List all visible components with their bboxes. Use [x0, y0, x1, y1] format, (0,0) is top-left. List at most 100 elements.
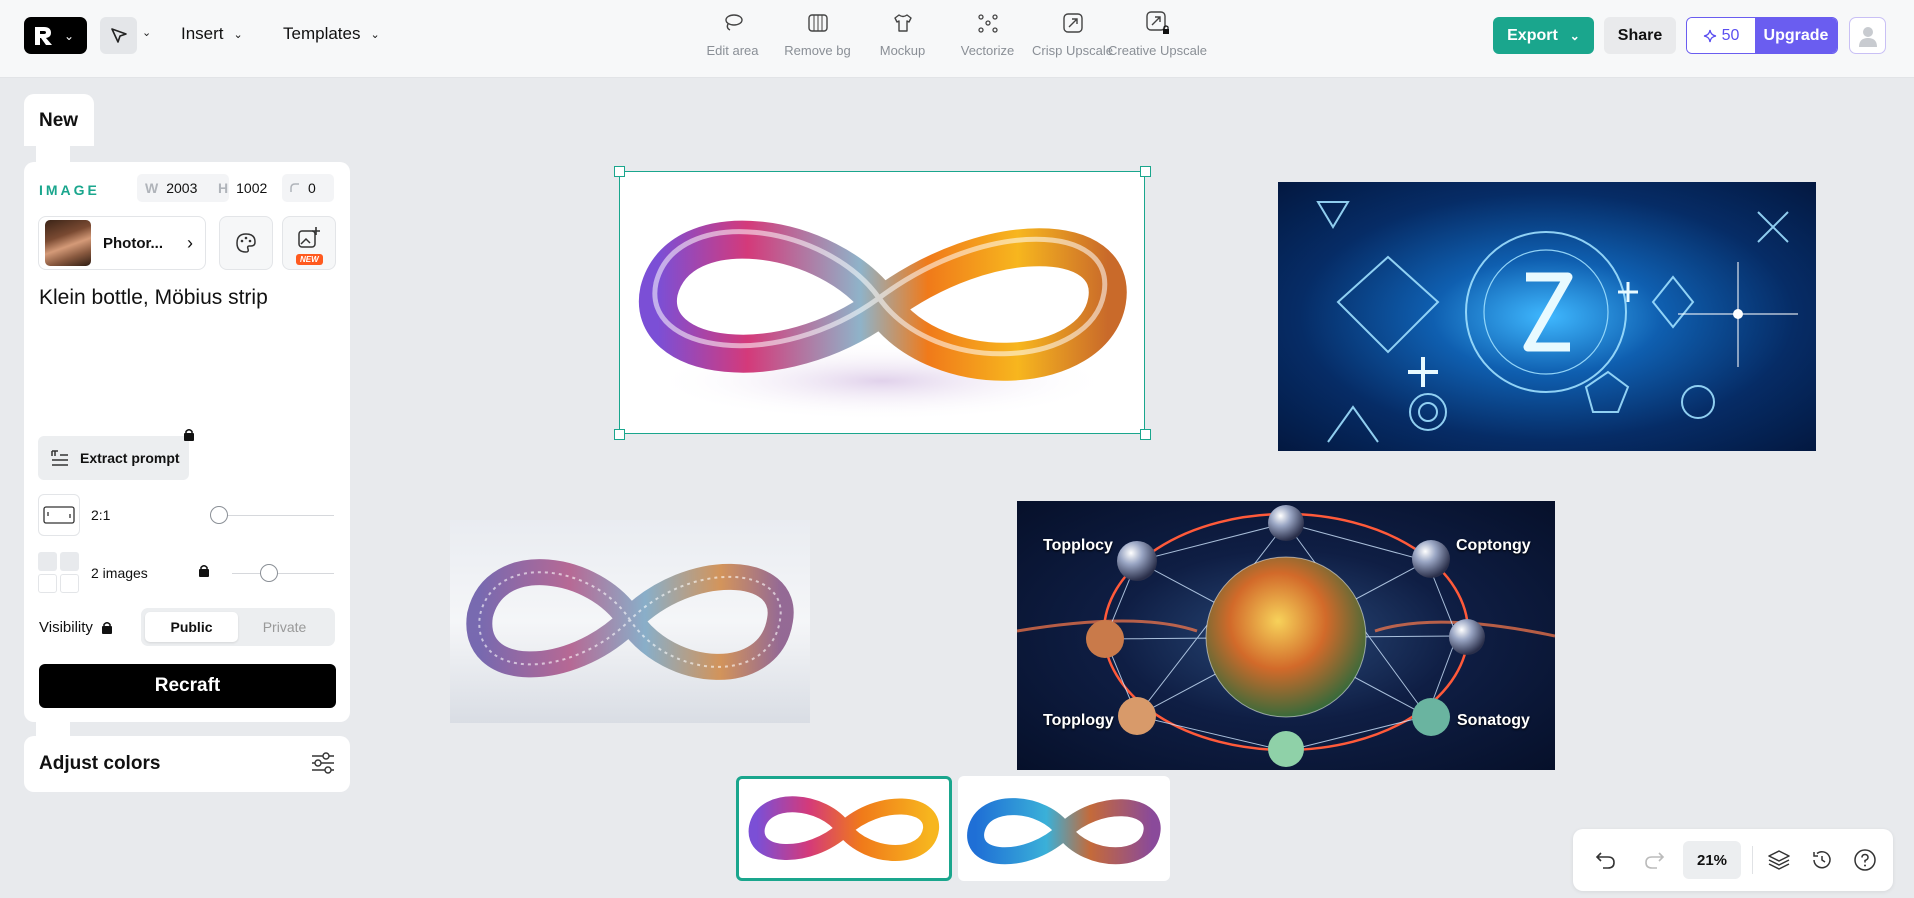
variant-thumbnail-1[interactable] — [736, 776, 952, 881]
image-count-label: 2 images — [91, 565, 148, 581]
public-option[interactable]: Public — [145, 612, 238, 642]
add-image-button[interactable]: NEW — [282, 216, 336, 270]
width-value: 2003 — [166, 180, 198, 196]
canvas-image-planets-diagram[interactable]: Topplocy Coptongy Topplogy Sonatogy — [1017, 501, 1555, 770]
corner-value: 0 — [308, 180, 316, 196]
variant-thumbnail-2[interactable] — [958, 776, 1170, 881]
recraft-label: Recraft — [154, 675, 221, 696]
tool-label: Creative Upscale — [1108, 43, 1207, 58]
new-tab-label: New — [39, 110, 79, 131]
layers-button[interactable] — [1764, 845, 1794, 875]
vectorize-tool[interactable]: Vectorize — [945, 10, 1030, 58]
style-selector[interactable]: Photor... › — [38, 216, 206, 270]
creative-upscale-tool[interactable]: Creative Upscale — [1108, 10, 1207, 58]
aspect-ratio-slider[interactable] — [220, 515, 334, 516]
prompt-text[interactable]: Klein bottle, Möbius strip — [39, 286, 334, 310]
export-label: Export — [1507, 26, 1558, 44]
aspect-ratio-slider-knob[interactable] — [210, 506, 228, 524]
user-avatar[interactable] — [1849, 17, 1886, 54]
top-bar: ⌄ ⌄ Insert ⌄ Templates ⌄ Edit area Remov… — [0, 0, 1914, 78]
style-name: Photor... — [103, 234, 163, 252]
extract-prompt-button[interactable]: Extract prompt — [38, 436, 189, 480]
resize-handle-top-left[interactable] — [614, 166, 625, 177]
thumbnail-image — [967, 798, 1161, 865]
app-menu-button[interactable]: ⌄ — [24, 17, 87, 54]
height-key: H — [218, 180, 229, 196]
selection-frame — [619, 171, 1145, 434]
lasso-icon — [720, 10, 746, 36]
templates-menu[interactable]: Templates ⌄ — [283, 24, 380, 44]
zoom-level[interactable]: 21% — [1683, 841, 1741, 879]
layers-icon — [1768, 850, 1790, 870]
canvas-image-math-symbols[interactable] — [1278, 182, 1816, 451]
credits-counter[interactable]: 50 — [1687, 18, 1755, 53]
width-key: W — [145, 180, 159, 196]
image-count-button[interactable] — [38, 552, 80, 594]
lock-icon — [199, 565, 209, 577]
help-button[interactable] — [1850, 845, 1880, 875]
tool-label: Vectorize — [960, 43, 1015, 58]
aspect-ratio-button[interactable] — [38, 494, 80, 536]
templates-label: Templates — [283, 24, 361, 43]
export-button[interactable]: Export ⌄ — [1493, 17, 1594, 54]
aspect-ratio-label: 2:1 — [91, 507, 111, 523]
chevron-down-icon: ⌄ — [370, 28, 380, 41]
undo-button[interactable] — [1591, 845, 1621, 875]
grid-cell — [38, 574, 57, 593]
canvas-image-infinity-woven[interactable] — [450, 520, 810, 723]
grid-cell — [38, 552, 57, 571]
visibility-label: Visibility — [39, 619, 93, 636]
divider — [1752, 846, 1753, 874]
select-tool-button[interactable] — [100, 17, 137, 54]
adjust-colors-panel[interactable]: Adjust colors — [24, 736, 350, 792]
remove-bg-tool[interactable]: Remove bg — [775, 10, 860, 58]
tshirt-icon — [890, 10, 916, 36]
chevron-down-icon[interactable]: ⌄ — [142, 26, 151, 39]
tool-label: Edit area — [706, 43, 759, 58]
resize-handle-bottom-left[interactable] — [614, 429, 625, 440]
chevron-down-icon: ⌄ — [233, 28, 243, 41]
edit-area-tool[interactable]: Edit area — [690, 10, 775, 58]
chevron-right-icon: › — [187, 232, 193, 253]
sliders-icon — [312, 752, 334, 774]
palette-button[interactable] — [219, 216, 273, 270]
planet-label: Topplocy — [1043, 537, 1113, 554]
planet-label: Topplogy — [1043, 712, 1114, 729]
zoom-value: 21% — [1696, 851, 1728, 869]
mockup-tool[interactable]: Mockup — [860, 10, 945, 58]
aspect-ratio-icon — [43, 506, 75, 524]
private-option[interactable]: Private — [238, 612, 331, 642]
tab-connector — [36, 144, 70, 164]
redo-button[interactable] — [1639, 845, 1669, 875]
recraft-button[interactable]: Recraft — [39, 664, 336, 708]
new-tab[interactable]: New — [24, 94, 94, 146]
recraft-logo-icon — [35, 26, 52, 45]
grid-cell — [60, 552, 79, 571]
upgrade-button[interactable]: Upgrade — [1755, 18, 1837, 53]
upscale-icon — [1060, 10, 1086, 36]
insert-label: Insert — [181, 24, 224, 43]
insert-menu[interactable]: Insert ⌄ — [181, 24, 243, 44]
image-count-slider[interactable] — [232, 573, 334, 574]
tool-label: Crisp Upscale — [1032, 43, 1113, 58]
history-button[interactable] — [1807, 845, 1837, 875]
crisp-upscale-tool[interactable]: Crisp Upscale — [1030, 10, 1115, 58]
add-image-icon — [298, 227, 320, 248]
credits-upgrade-group: 50 Upgrade — [1686, 17, 1838, 54]
corner-radius-icon — [290, 183, 299, 192]
share-button[interactable]: Share — [1604, 17, 1676, 54]
new-badge: NEW — [296, 254, 323, 265]
visibility-toggle: Public Private — [141, 608, 335, 646]
resize-handle-top-right[interactable] — [1140, 166, 1151, 177]
share-label: Share — [1617, 26, 1663, 44]
lock-icon — [101, 622, 112, 634]
thumbnail-image — [748, 796, 939, 861]
lock-icon — [184, 429, 194, 441]
section-label: IMAGE — [39, 182, 100, 198]
palette-icon — [236, 233, 256, 253]
image-count-slider-knob[interactable] — [260, 564, 278, 582]
resize-handle-bottom-right[interactable] — [1140, 429, 1151, 440]
corner-radius-field[interactable]: 0 — [282, 174, 334, 202]
credits-count: 50 — [1721, 26, 1740, 44]
grid-cell — [60, 574, 79, 593]
